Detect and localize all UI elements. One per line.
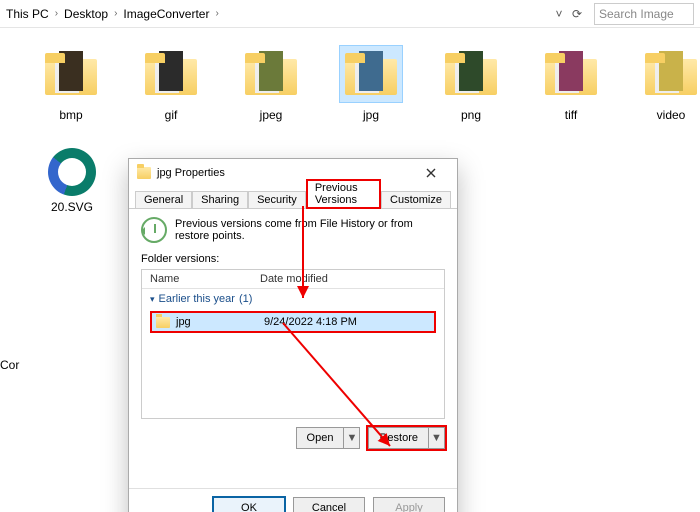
tab-sharing[interactable]: Sharing — [192, 191, 248, 208]
breadcrumb[interactable]: This PC › Desktop › ImageConverter › — [6, 7, 219, 21]
restore-button[interactable]: Restore — [368, 427, 429, 449]
restore-dropdown[interactable]: ▼ — [429, 427, 445, 449]
history-icon — [141, 217, 167, 243]
open-dropdown[interactable]: ▼ — [344, 427, 360, 449]
folder-icon — [45, 53, 97, 95]
chevron-right-icon: › — [55, 8, 58, 19]
chevron-right-icon: › — [215, 8, 218, 19]
info-row: Previous versions come from File History… — [141, 217, 445, 243]
folder-icon — [137, 167, 151, 179]
folder-icon — [245, 53, 297, 95]
column-name[interactable]: Name — [142, 270, 252, 288]
folder-icon — [645, 53, 697, 95]
dialog-titlebar[interactable]: jpg Properties — [129, 159, 457, 187]
folder-label: png — [461, 108, 481, 122]
folder-versions-label: Folder versions: — [141, 253, 445, 265]
folder-item-tiff[interactable]: tiff — [540, 46, 602, 122]
folder-item-png[interactable]: png — [440, 46, 502, 122]
folder-icon — [545, 53, 597, 95]
close-icon — [426, 168, 436, 178]
explorer-content: bmp gif jpeg jpg png tiff video webp — [0, 28, 700, 512]
open-split-button[interactable]: Open ▼ — [296, 427, 361, 449]
folder-label: jpeg — [260, 108, 283, 122]
history-dropdown-icon[interactable]: ˅ — [550, 5, 568, 23]
thumbnail — [559, 51, 583, 91]
folder-label: gif — [165, 108, 178, 122]
thumbnail — [259, 51, 283, 91]
version-actions: Open ▼ Restore ▼ — [141, 427, 445, 449]
versions-list[interactable]: Name Date modified ▾ Earlier this year (… — [141, 269, 445, 419]
folder-icon — [145, 53, 197, 95]
thumbnail — [59, 51, 83, 91]
breadcrumb-this-pc[interactable]: This PC — [6, 7, 49, 21]
folder-icon — [345, 53, 397, 95]
search-input[interactable]: Search Image — [594, 3, 694, 25]
folder-label: video — [657, 108, 686, 122]
close-button[interactable] — [413, 162, 449, 184]
folder-item-gif[interactable]: gif — [140, 46, 202, 122]
thumbnail — [359, 51, 383, 91]
tab-security[interactable]: Security — [248, 191, 306, 208]
folder-icon — [156, 317, 170, 328]
thumbnail — [459, 51, 483, 91]
group-count: (1) — [239, 293, 252, 305]
folder-grid: bmp gif jpeg jpg png tiff video webp — [40, 46, 690, 122]
edge-icon — [48, 148, 96, 196]
tab-general[interactable]: General — [135, 191, 192, 208]
group-label: Earlier this year — [159, 293, 235, 305]
folder-item-jpg[interactable]: jpg — [340, 46, 402, 122]
refresh-icon[interactable]: ⟳ — [568, 5, 586, 23]
folder-item-bmp[interactable]: bmp — [40, 46, 102, 122]
thumbnail — [659, 51, 683, 91]
tab-strip: General Sharing Security Previous Versio… — [129, 187, 457, 209]
version-row[interactable]: jpg 9/24/2022 4:18 PM — [150, 311, 436, 333]
dialog-title: jpg Properties — [157, 167, 225, 179]
folder-label: bmp — [59, 108, 82, 122]
folder-item-video[interactable]: video — [640, 46, 700, 122]
version-name: jpg — [176, 316, 264, 328]
chevron-right-icon: › — [114, 8, 117, 19]
tab-customize[interactable]: Customize — [381, 191, 451, 208]
column-date[interactable]: Date modified — [252, 270, 444, 288]
versions-header: Name Date modified — [142, 270, 444, 289]
address-bar: This PC › Desktop › ImageConverter › ˅ ⟳… — [0, 0, 700, 28]
info-text: Previous versions come from File History… — [175, 218, 445, 242]
breadcrumb-desktop[interactable]: Desktop — [64, 7, 108, 21]
ok-button[interactable]: OK — [213, 497, 285, 512]
cancel-button[interactable]: Cancel — [293, 497, 365, 512]
folder-item-jpeg[interactable]: jpeg — [240, 46, 302, 122]
folder-label: tiff — [565, 108, 577, 122]
file-item-svg[interactable]: 20.SVG — [40, 148, 104, 214]
tab-previous-versions[interactable]: Previous Versions — [306, 179, 381, 209]
truncated-label: Cor — [0, 358, 19, 372]
restore-split-button[interactable]: Restore ▼ — [368, 427, 445, 449]
apply-button[interactable]: Apply — [373, 497, 445, 512]
open-button[interactable]: Open — [296, 427, 345, 449]
file-label: 20.SVG — [51, 200, 93, 214]
folder-icon — [445, 53, 497, 95]
thumbnail — [159, 51, 183, 91]
breadcrumb-imageconverter[interactable]: ImageConverter — [123, 7, 209, 21]
version-date: 9/24/2022 4:18 PM — [264, 316, 430, 328]
dialog-buttons: OK Cancel Apply — [129, 488, 457, 512]
folder-label: jpg — [363, 108, 379, 122]
chevron-down-icon: ▾ — [150, 294, 155, 305]
properties-dialog: jpg Properties General Sharing Security … — [128, 158, 458, 512]
version-group[interactable]: ▾ Earlier this year (1) — [142, 289, 444, 309]
tab-body-previous-versions: Previous versions come from File History… — [129, 209, 457, 488]
